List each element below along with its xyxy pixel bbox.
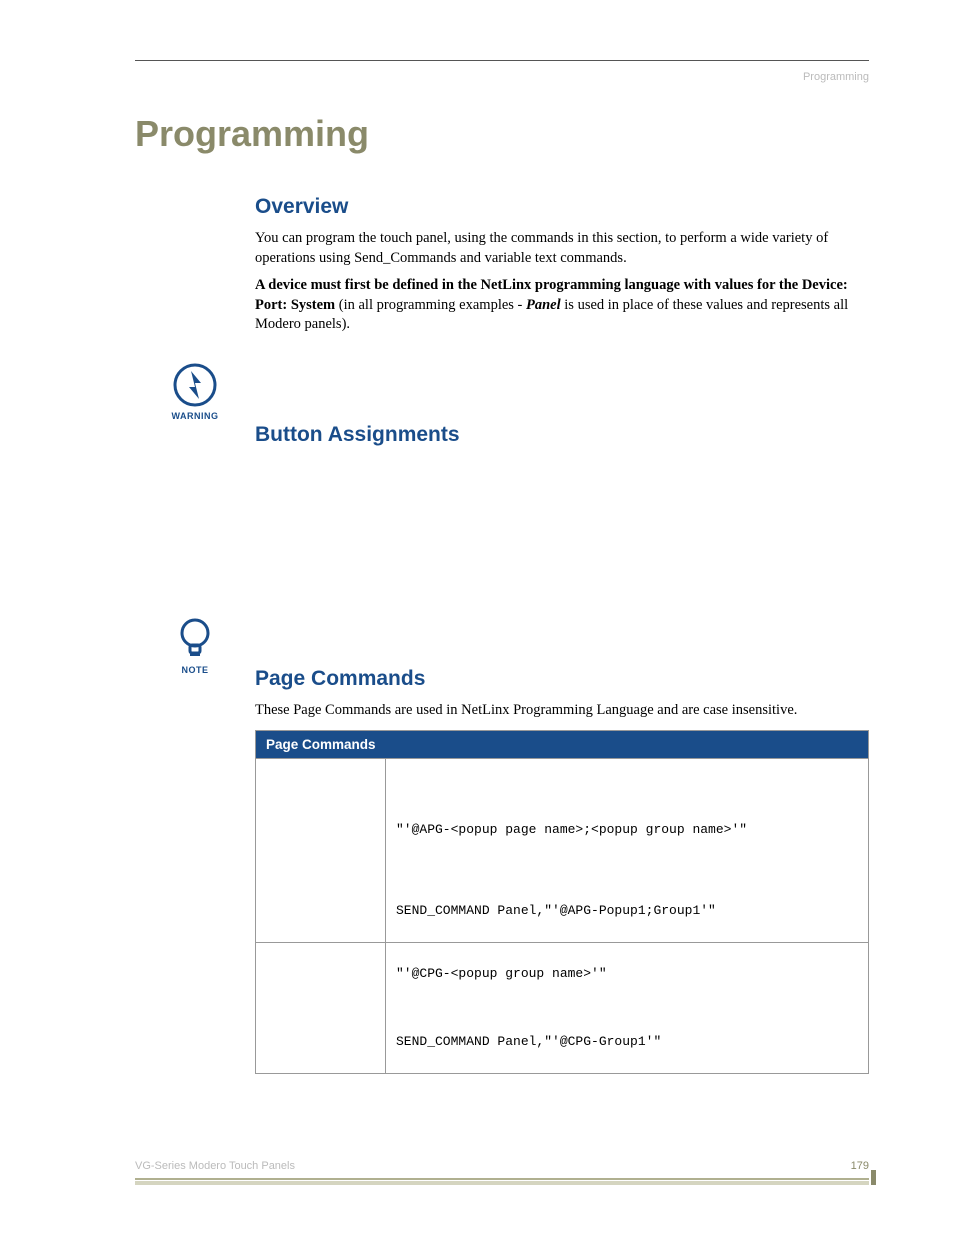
page-commands-intro: These Page Commands are used in NetLinx …	[255, 701, 869, 721]
page-title: Programming	[135, 113, 869, 155]
command-syntax: "'@APG-<popup page name>;<popup group na…	[396, 821, 858, 839]
command-example: SEND_COMMAND Panel,"'@CPG-Group1'"	[396, 1033, 858, 1051]
header-section-label: Programming	[135, 71, 869, 83]
page-commands-table: Page Commands "'@APG-<popup page name>;<…	[255, 730, 869, 1074]
button-assignments-heading: Button Assignments	[255, 423, 869, 447]
command-syntax: "'@CPG-<popup group name>'"	[396, 965, 858, 983]
overview-paragraph-2: A device must first be defined in the Ne…	[255, 276, 869, 335]
note-icon: NOTE	[135, 617, 255, 675]
page-commands-heading: Page Commands	[255, 667, 869, 691]
overview-heading: Overview	[255, 195, 869, 219]
table-row: "'@CPG-<popup group name>'" SEND_COMMAND…	[256, 942, 868, 1073]
table-header: Page Commands	[256, 731, 868, 758]
page-number: 179	[851, 1160, 869, 1172]
table-row: "'@APG-<popup page name>;<popup group na…	[256, 758, 868, 941]
warning-icon: WARNING	[135, 363, 255, 421]
overview-paragraph-1: You can program the touch panel, using t…	[255, 229, 869, 268]
command-example: SEND_COMMAND Panel,"'@APG-Popup1;Group1'…	[396, 902, 858, 920]
footer-product-name: VG-Series Modero Touch Panels	[135, 1160, 295, 1172]
